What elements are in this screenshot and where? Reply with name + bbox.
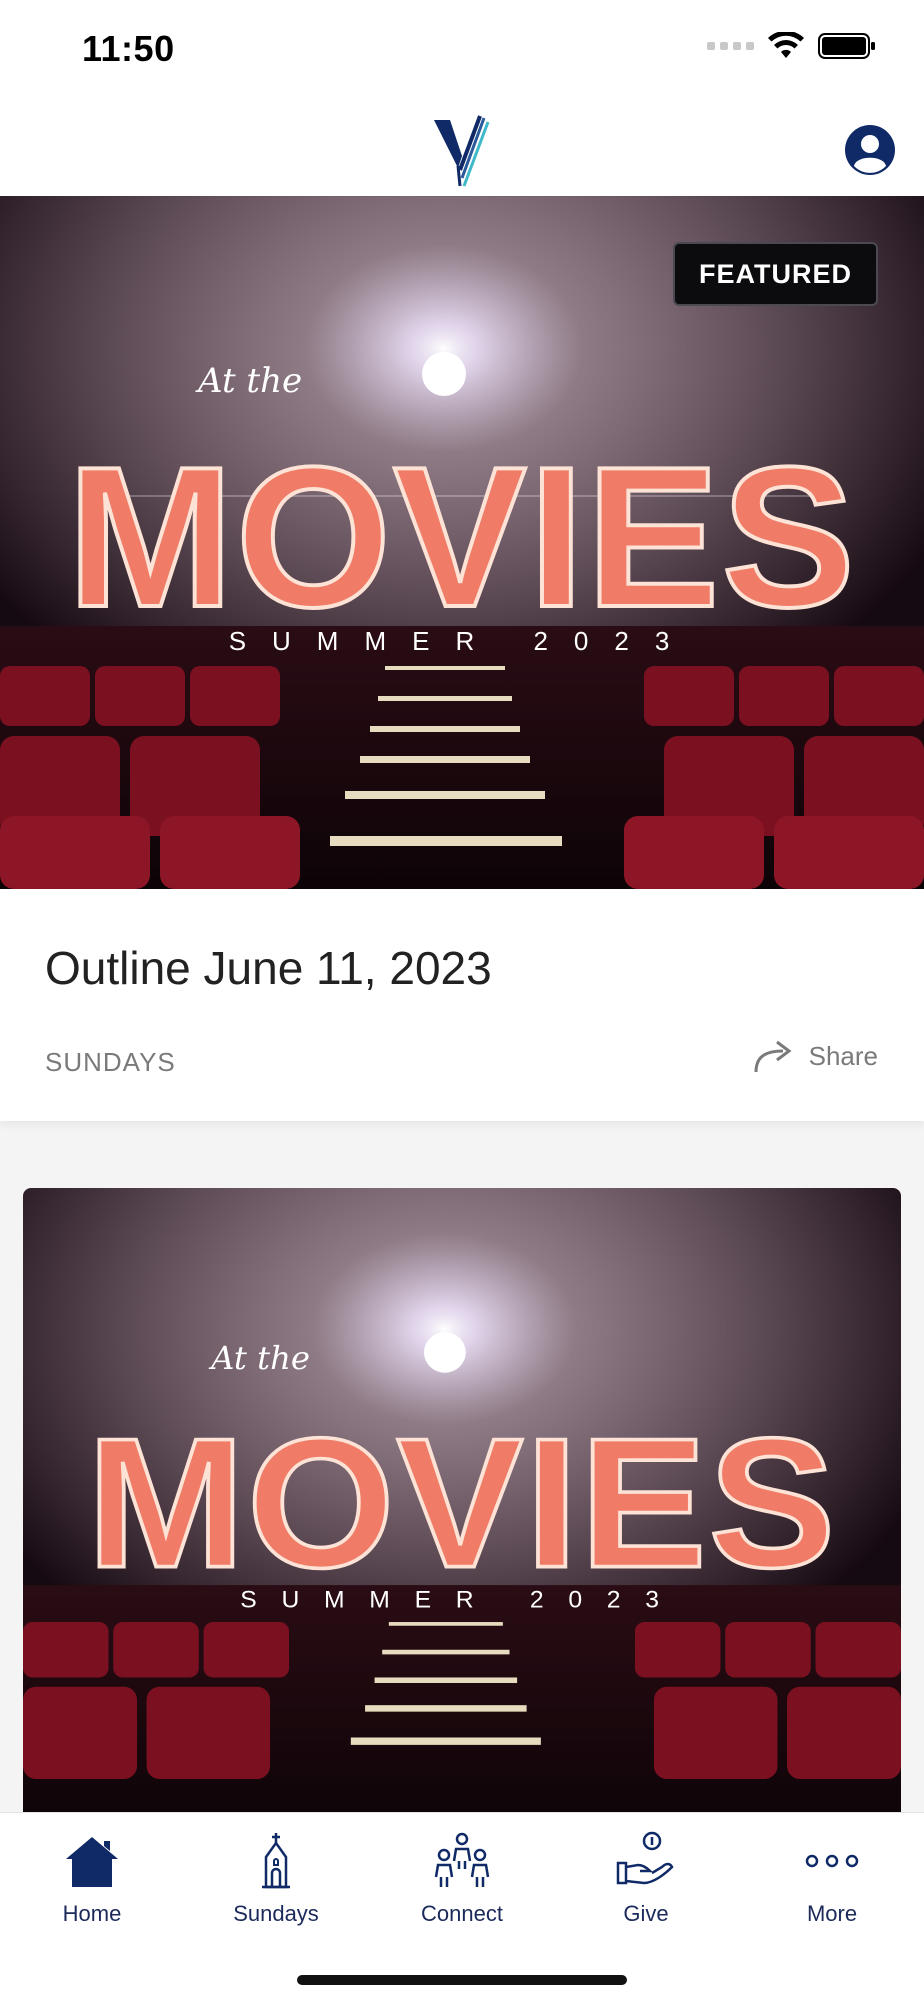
tab-sundays[interactable]: Sundays xyxy=(184,1829,368,1939)
tab-connect-label: Connect xyxy=(421,1901,503,1926)
app-header xyxy=(0,100,924,197)
status-bar: 11:50 xyxy=(0,0,924,100)
poster-line-3: SUMMER 2023 xyxy=(240,1587,683,1614)
tab-home[interactable]: Home xyxy=(0,1829,184,1939)
people-group-icon xyxy=(434,1832,490,1887)
featured-title[interactable]: Outline June 11, 2023 xyxy=(45,941,492,995)
tab-give-label: Give xyxy=(623,1901,669,1926)
poster-line-3: SUMMER 2023 xyxy=(229,626,696,656)
featured-hero-image[interactable]: At the MOVIES SUMMER 2023 FEATURED xyxy=(0,196,924,889)
tab-home-label: Home xyxy=(62,1901,122,1926)
battery-icon xyxy=(818,33,875,59)
content-card-image[interactable]: At the MOVIES SUMMER 2023 xyxy=(23,1188,901,1828)
poster-line-1: At the xyxy=(195,361,302,401)
home-icon xyxy=(66,1837,118,1887)
cellular-signal-icon xyxy=(707,42,754,50)
movie-poster-art: At the MOVIES SUMMER 2023 xyxy=(23,1188,901,1828)
poster-line-2: MOVIES xyxy=(67,426,857,649)
hand-giving-icon xyxy=(616,1831,674,1885)
featured-info-panel[interactable]: Outline June 11, 2023 SUNDAYS Share xyxy=(0,889,924,1121)
church-icon xyxy=(262,1833,290,1889)
poster-line-1: At the xyxy=(208,1339,310,1376)
poster-line-2: MOVIES xyxy=(87,1399,838,1606)
tab-connect[interactable]: Connect xyxy=(370,1829,554,1939)
share-button[interactable]: Share xyxy=(753,1039,878,1073)
user-profile-icon[interactable] xyxy=(844,124,896,176)
share-arrow-icon xyxy=(754,1040,792,1073)
tab-sundays-label: Sundays xyxy=(233,1901,319,1926)
featured-category: SUNDAYS xyxy=(45,1047,176,1077)
status-icons xyxy=(707,32,876,60)
brand-y-logo-icon[interactable] xyxy=(430,108,494,188)
more-dots-icon xyxy=(805,1854,859,1868)
share-label: Share xyxy=(808,1040,878,1071)
status-time: 11:50 xyxy=(82,28,175,69)
wifi-icon xyxy=(768,32,804,58)
tab-more[interactable]: More xyxy=(740,1829,924,1939)
tab-give[interactable]: Give xyxy=(554,1829,738,1939)
featured-badge: FEATURED xyxy=(673,242,878,306)
bottom-tab-bar: Home Sundays Connect Give More xyxy=(0,1812,924,2001)
tab-more-label: More xyxy=(806,1901,858,1926)
home-indicator[interactable] xyxy=(297,1975,627,1985)
